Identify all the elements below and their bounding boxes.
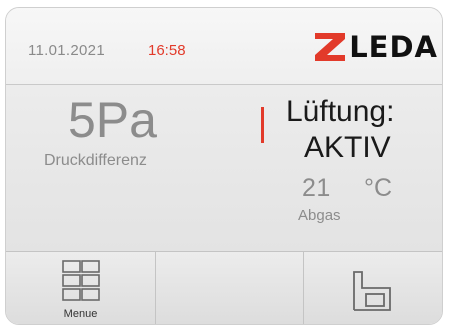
brand-logo: LEDA — [315, 30, 438, 64]
pressure-label: Druckdifferenz — [44, 152, 147, 169]
leda-logo-mark-icon — [315, 33, 346, 61]
menu-button[interactable]: Menue — [6, 252, 156, 324]
temperature-value: 21 — [302, 174, 331, 202]
empty-footer-button[interactable] — [156, 252, 304, 324]
ventilation-title: Lüftung: — [286, 95, 395, 128]
pressure-value: 5Pa — [68, 92, 157, 148]
house-settings-icon — [353, 271, 391, 311]
status-area: 5Pa Druckdifferenz Lüftung: AKTIV 21 °C … — [6, 85, 442, 251]
logo-text: LEDA — [349, 30, 438, 64]
status-indicator-bar — [261, 107, 264, 143]
house-settings-button[interactable] — [304, 252, 442, 324]
ventilation-status: AKTIV — [304, 131, 391, 164]
menu-grid-icon — [62, 260, 100, 301]
date-display: 11.01.2021 — [28, 42, 105, 59]
footer-bar: Menue — [6, 251, 442, 324]
header-bar: 11.01.2021 16:58 LEDA — [6, 8, 442, 85]
control-panel-screen: 11.01.2021 16:58 LEDA 5Pa Druckdifferenz… — [5, 7, 443, 325]
temperature-unit: °C — [364, 174, 393, 202]
temperature-label: Abgas — [298, 207, 341, 224]
time-display: 16:58 — [148, 42, 186, 59]
menu-label: Menue — [63, 308, 98, 320]
